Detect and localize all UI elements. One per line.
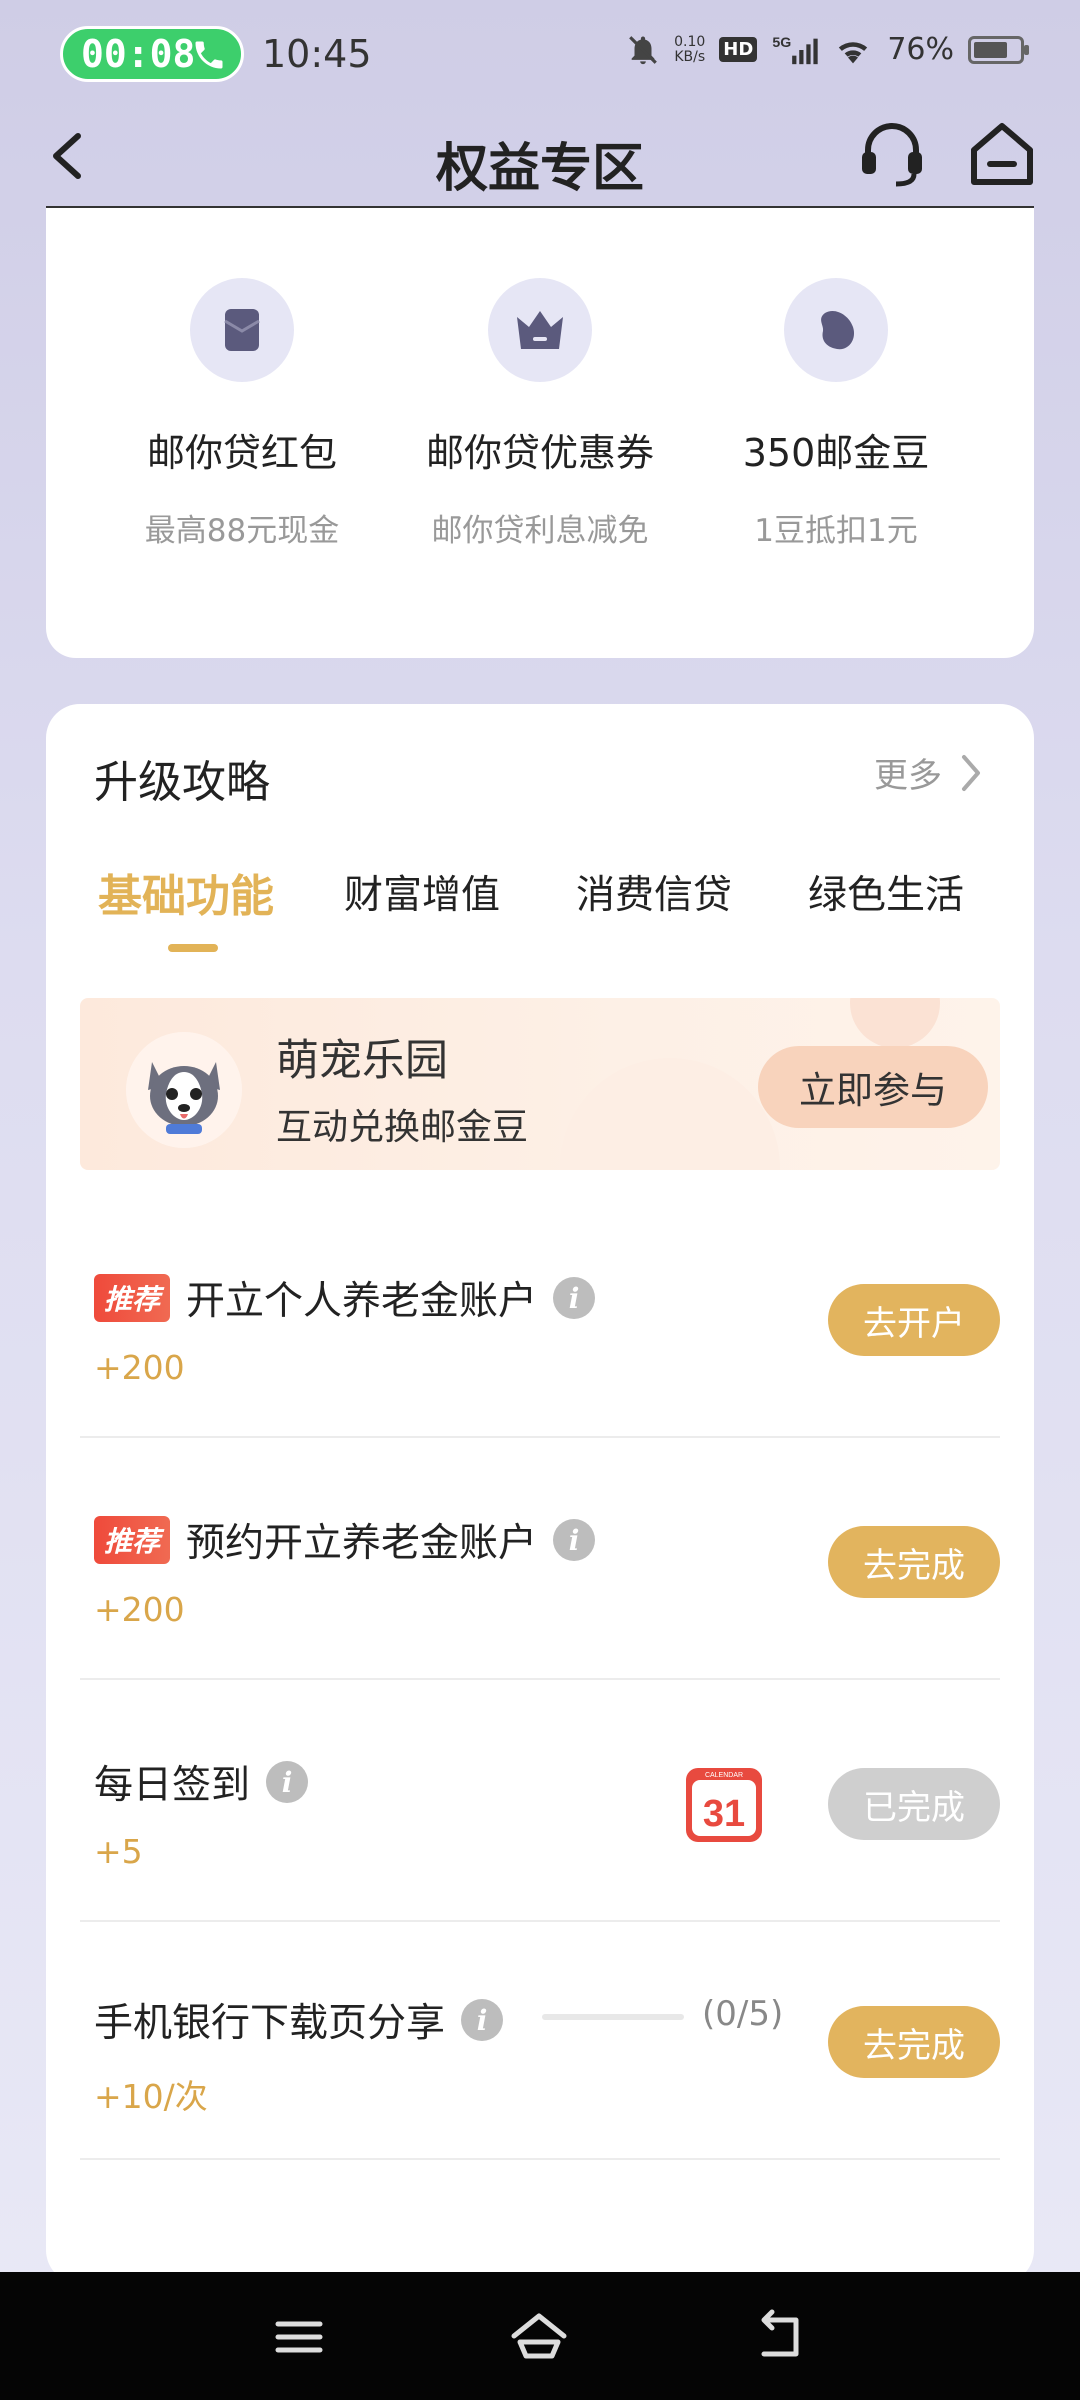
benefit-name: 邮你贷红包	[146, 431, 337, 475]
call-timer-pill[interactable]: 00:08	[60, 26, 244, 82]
go-complete-button[interactable]: 去完成	[828, 1526, 1000, 1598]
category-tabs: 基础功能 财富增值 消费信贷 绿色生活	[46, 864, 1034, 954]
hd-indicator: HD	[719, 37, 758, 62]
benefit-name: 350邮金豆	[742, 431, 930, 475]
benefit-desc: 1豆抵扣1元	[754, 513, 918, 549]
upgrade-guide-card: 升级攻略 更多 基础功能 财富增值 消费信贷 绿色生活 萌宠乐园 互动兑换邮金豆…	[46, 704, 1034, 2284]
info-icon[interactable]: i	[553, 1277, 596, 1319]
crown-icon	[488, 278, 592, 382]
recommend-badge: 推荐	[94, 1274, 171, 1322]
task-item: 每日签到 i +5 CALENDAR 31 已完成	[80, 1682, 1000, 1922]
task-title: 预约开立养老金账户	[186, 1521, 538, 1566]
task-item: 推荐 开立个人养老金账户 i +200 去开户	[80, 1198, 1000, 1438]
tab-green-life[interactable]: 绿色生活	[808, 864, 964, 920]
battery-percent: 76%	[887, 32, 954, 67]
pet-park-banner[interactable]: 萌宠乐园 互动兑换邮金豆 立即参与	[80, 998, 1000, 1170]
svg-text:5G: 5G	[773, 35, 792, 51]
share-progress-bar	[542, 2014, 684, 2020]
task-title-row: 手机银行下载页分享 i	[94, 1992, 504, 2048]
header: 权益专区	[0, 108, 1080, 208]
progress-text: (0/5)	[702, 1994, 784, 2034]
tab-wealth[interactable]: 财富增值	[344, 864, 500, 920]
call-timer: 00:08	[81, 32, 196, 76]
status-bar: 00:08 10:45 0.10 KB/s HD 5G 76%	[0, 0, 1080, 108]
task-title: 每日签到	[94, 1763, 251, 1808]
signal-5g-icon: 5G	[773, 35, 818, 64]
calendar-icon: CALENDAR 31	[686, 1768, 762, 1842]
back-nav-icon[interactable]	[746, 2302, 816, 2372]
tab-consumer-credit[interactable]: 消费信贷	[576, 864, 732, 920]
banner-subtitle: 互动兑换邮金豆	[276, 1107, 529, 1148]
battery-icon	[968, 35, 1029, 64]
active-tab-indicator	[168, 944, 218, 952]
benefit-red-envelope[interactable]: 邮你贷红包 最高88元现金	[92, 278, 392, 550]
benefit-name: 邮你贷优惠券	[425, 431, 654, 475]
system-nav-bar	[0, 2272, 1080, 2400]
open-account-button[interactable]: 去开户	[828, 1284, 1000, 1356]
clock: 10:45	[262, 32, 372, 76]
calendar-label: CALENDAR	[705, 1772, 743, 1779]
mute-bell-icon	[629, 35, 657, 64]
task-title: 开立个人养老金账户	[186, 1279, 538, 1324]
go-complete-button[interactable]: 去完成	[828, 2006, 1000, 2078]
task-title-row: 推荐 预约开立养老金账户 i	[94, 1512, 596, 1568]
more-label: 更多	[874, 756, 942, 796]
husky-mascot-icon	[126, 1032, 242, 1148]
red-envelope-icon	[190, 278, 294, 382]
info-icon[interactable]: i	[461, 1999, 504, 2041]
info-icon[interactable]: i	[553, 1519, 596, 1561]
home-icon[interactable]	[962, 114, 1042, 194]
home-nav-icon[interactable]	[504, 2302, 574, 2372]
benefit-desc: 最高88元现金	[144, 513, 340, 549]
benefit-coupon[interactable]: 邮你贷优惠券 邮你贷利息减免	[390, 278, 690, 550]
more-link[interactable]: 更多	[874, 748, 984, 797]
benefit-desc: 邮你贷利息减免	[431, 513, 649, 549]
section-title: 升级攻略	[94, 757, 270, 808]
benefits-card: 邮你贷红包 最高88元现金 邮你贷优惠券 邮你贷利息减免 350邮金豆 1豆抵扣…	[46, 208, 1034, 658]
net-speed: 0.10 KB/s	[674, 33, 706, 65]
status-icons: 0.10 KB/s HD 5G 76%	[626, 32, 1029, 67]
banner-decoration	[850, 998, 940, 1048]
task-reward: +200	[94, 1348, 185, 1387]
recommend-badge: 推荐	[94, 1516, 171, 1564]
benefit-beans[interactable]: 350邮金豆 1豆抵扣1元	[686, 278, 986, 550]
task-item: 手机银行下载页分享 i (0/5) +10/次 去完成	[80, 1920, 1000, 2160]
calendar-day: 31	[703, 1793, 745, 1835]
banner-title: 萌宠乐园	[276, 1036, 448, 1086]
task-title: 手机银行下载页分享	[94, 2001, 446, 2046]
task-reward: +200	[94, 1590, 185, 1629]
task-reward: +10/次	[94, 2077, 208, 2116]
wifi-icon	[839, 41, 868, 63]
customer-service-icon[interactable]	[852, 114, 932, 194]
tab-basic[interactable]: 基础功能	[98, 860, 274, 924]
banner-decoration	[560, 1058, 780, 1170]
join-now-button[interactable]: 立即参与	[758, 1046, 988, 1128]
task-title-row: 推荐 开立个人养老金账户 i	[94, 1270, 596, 1326]
completed-button[interactable]: 已完成	[828, 1768, 1000, 1840]
chevron-right-icon	[962, 754, 980, 791]
task-title-row: 每日签到 i	[94, 1754, 309, 1810]
task-reward: +5	[94, 1832, 143, 1871]
phone-icon	[195, 41, 223, 69]
bean-icon	[784, 278, 888, 382]
menu-icon[interactable]	[264, 2302, 334, 2372]
info-icon[interactable]: i	[266, 1761, 309, 1803]
task-item: 推荐 预约开立养老金账户 i +200 去完成	[80, 1440, 1000, 1680]
